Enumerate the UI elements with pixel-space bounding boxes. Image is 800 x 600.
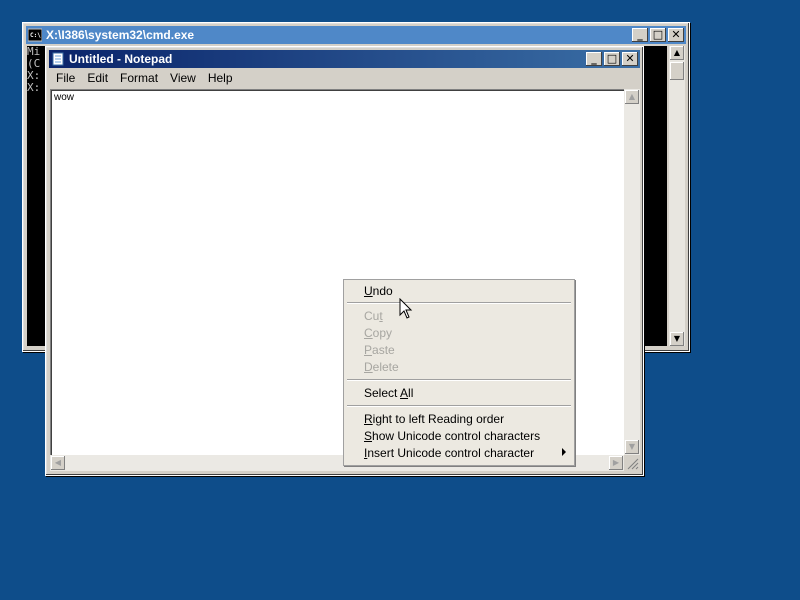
menu-format[interactable]: Format bbox=[114, 69, 164, 88]
cmd-vertical-scrollbar[interactable]: ▲ ▼ bbox=[669, 46, 685, 346]
scroll-thumb[interactable] bbox=[670, 62, 684, 80]
notepad-minimize-button[interactable]: _ bbox=[586, 52, 602, 66]
document-text: wow bbox=[54, 92, 75, 103]
menu-item-show-unicode-control[interactable]: Show Unicode control characters bbox=[364, 428, 540, 444]
menu-separator bbox=[347, 302, 571, 304]
cmd-titlebar[interactable]: C:\ X:\I386\system32\cmd.exe _ □ ✕ bbox=[26, 26, 686, 44]
scroll-up-arrow-icon[interactable]: ▲ bbox=[625, 90, 639, 104]
menu-item-delete[interactable]: Delete bbox=[364, 359, 399, 375]
scroll-right-arrow-icon[interactable]: ▶ bbox=[609, 456, 623, 470]
submenu-arrow-icon bbox=[562, 448, 566, 456]
menu-item-paste[interactable]: Paste bbox=[364, 342, 395, 358]
scroll-down-arrow-icon[interactable]: ▼ bbox=[670, 332, 684, 346]
menu-file[interactable]: File bbox=[50, 69, 81, 88]
notepad-titlebar[interactable]: Untitled - Notepad _ □ ✕ bbox=[49, 50, 640, 68]
cmd-minimize-button[interactable]: _ bbox=[632, 28, 648, 42]
menu-item-select-all[interactable]: Select All bbox=[364, 385, 413, 401]
menu-item-insert-unicode-control[interactable]: Insert Unicode control character bbox=[364, 445, 534, 461]
notepad-icon bbox=[52, 52, 64, 66]
console-icon: C:\ bbox=[28, 28, 42, 42]
scroll-left-arrow-icon[interactable]: ◀ bbox=[51, 456, 65, 470]
notepad-menubar: File Edit Format View Help bbox=[50, 69, 639, 88]
notepad-maximize-button[interactable]: □ bbox=[604, 52, 620, 66]
menu-item-rtl-reading-order[interactable]: Right to left Reading order bbox=[364, 411, 504, 427]
edit-context-menu: Undo Cut Copy Paste Delete Select All Ri… bbox=[343, 279, 575, 466]
cmd-maximize-button[interactable]: □ bbox=[650, 28, 666, 42]
scroll-up-arrow-icon[interactable]: ▲ bbox=[670, 46, 684, 60]
menu-edit[interactable]: Edit bbox=[81, 69, 114, 88]
mouse-pointer-icon bbox=[399, 298, 413, 319]
menu-item-undo[interactable]: Undo bbox=[364, 283, 393, 299]
menu-item-copy[interactable]: Copy bbox=[364, 325, 392, 341]
resize-grip-icon[interactable] bbox=[624, 455, 640, 471]
scroll-down-arrow-icon[interactable]: ▼ bbox=[625, 440, 639, 454]
notepad-title: Untitled - Notepad bbox=[69, 52, 173, 66]
cmd-close-button[interactable]: ✕ bbox=[668, 28, 684, 42]
menu-item-cut[interactable]: Cut bbox=[364, 308, 383, 324]
notepad-close-button[interactable]: ✕ bbox=[622, 52, 638, 66]
notepad-vertical-scrollbar[interactable]: ▲ ▼ bbox=[624, 89, 640, 455]
menu-separator bbox=[347, 405, 571, 407]
menu-separator bbox=[347, 379, 571, 381]
menu-help[interactable]: Help bbox=[202, 69, 239, 88]
menu-view[interactable]: View bbox=[164, 69, 202, 88]
cmd-title: X:\I386\system32\cmd.exe bbox=[46, 28, 195, 42]
svg-text:C:\: C:\ bbox=[30, 32, 41, 39]
